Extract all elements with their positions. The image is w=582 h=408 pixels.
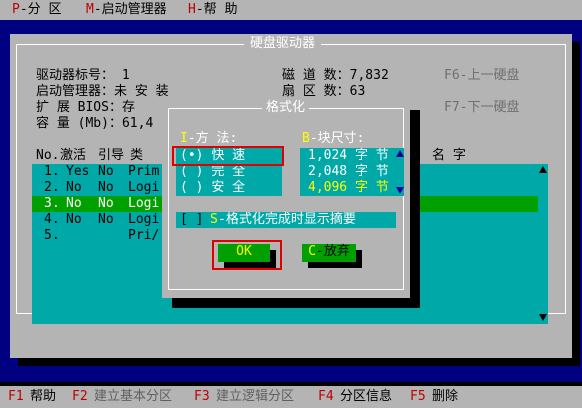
dialog-title: 格式化 <box>262 100 310 116</box>
ok-button[interactable]: OK <box>218 244 270 262</box>
col-header-active: 激活 <box>60 148 87 163</box>
method-secure-radio[interactable]: ( ) 安 全 <box>180 180 245 196</box>
partition-info-shortcut[interactable]: 分区信息 <box>340 389 392 405</box>
delete-shortcut[interactable]: 删除 <box>432 389 458 405</box>
status-bar: F1 帮助 F2 建立基本分区 F3 建立逻辑分区 F4 分区信息 F5 删除 <box>0 386 582 408</box>
show-summary-checkbox[interactable]: [ ] <box>180 212 203 228</box>
scroll-up-icon[interactable] <box>396 150 404 157</box>
menu-partition[interactable]: P-分 区 <box>12 2 61 18</box>
show-summary-option[interactable]: [ ] S -格式化完成时显示摘要 <box>176 212 396 228</box>
col-header-boot: 引导 <box>98 148 125 163</box>
info-extended-bios: 扩 展 BIOS：存 <box>36 100 135 115</box>
block-size-4096[interactable]: 4,096 字 节 <box>308 180 389 196</box>
block-size-options: 1,024 字 节 2,048 字 节 4,096 字 节 <box>300 148 396 196</box>
selected-method-highlight <box>172 146 284 166</box>
block-size-scrollbar[interactable] <box>396 148 404 196</box>
info-sectors: 扇 区 数：63 <box>282 84 366 99</box>
scroll-up-icon[interactable] <box>539 166 547 173</box>
show-summary-label: -格式化完成时显示摘要 <box>218 212 356 227</box>
table-scrollbar[interactable] <box>538 164 548 324</box>
window-shadow <box>572 42 580 366</box>
menu-help[interactable]: H-帮 助 <box>188 2 237 18</box>
method-label: I-方 法: <box>180 131 238 146</box>
cancel-button[interactable]: C-放弃 <box>302 244 356 262</box>
menu-bar: P-分 区 M-启动管理器 H-帮 助 <box>0 0 582 20</box>
col-header-no: No. <box>36 148 60 163</box>
col-header-type: 类 <box>130 148 144 163</box>
create-primary-shortcut[interactable]: 建立基本分区 <box>94 389 172 405</box>
prev-disk-button[interactable]: F6-上一硬盘 <box>444 68 519 84</box>
scroll-down-icon[interactable] <box>396 187 404 194</box>
info-drive-number: 驱动器标号： 1 <box>36 68 130 83</box>
scroll-down-icon[interactable] <box>539 314 547 321</box>
info-capacity: 容 量 (Mb)：61,4 <box>36 116 154 131</box>
next-disk-button[interactable]: F7-下一硬盘 <box>444 100 519 116</box>
col-header-name: 名 字 <box>432 148 466 163</box>
help-shortcut[interactable]: 帮助 <box>30 389 56 405</box>
block-size-2048[interactable]: 2,048 字 节 <box>308 164 389 180</box>
window-title: 硬盘驱动器 <box>244 36 322 52</box>
info-boot-manager: 启动管理器：未 安 装 <box>36 84 169 99</box>
window-shadow <box>18 358 580 366</box>
block-size-1024[interactable]: 1,024 字 节 <box>308 148 389 164</box>
menu-boot-manager[interactable]: M-启动管理器 <box>86 2 167 18</box>
info-tracks: 磁 道 数：7,832 <box>282 68 389 83</box>
create-logical-shortcut[interactable]: 建立逻辑分区 <box>216 389 294 405</box>
block-size-label: B-块尺寸: <box>302 131 365 146</box>
method-full-radio[interactable]: ( ) 完 全 <box>180 164 245 180</box>
